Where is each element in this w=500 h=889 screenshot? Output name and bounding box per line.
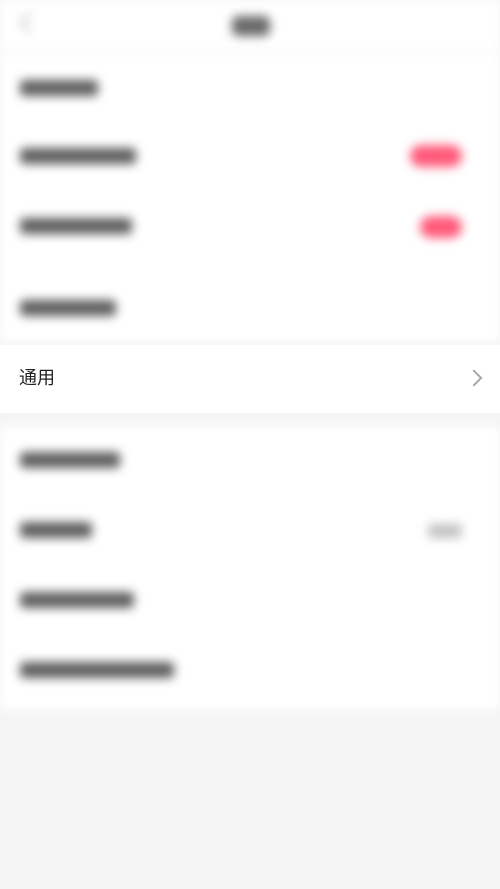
settings-row-general-label: 通用 [19, 368, 55, 389]
settings-screen: 通用 [0, 0, 500, 889]
settings-row-blurred[interactable] [20, 522, 92, 538]
settings-section-bottom-blurred [0, 426, 500, 710]
chevron-right-icon [465, 369, 483, 387]
settings-row-blurred[interactable] [20, 148, 136, 164]
header-bar [0, 0, 500, 52]
settings-row-blurred[interactable] [20, 300, 116, 316]
row-value-blurred [428, 524, 462, 538]
toggle-switch-blurred[interactable] [420, 216, 462, 238]
settings-row-blurred[interactable] [20, 218, 132, 234]
toggle-switch-blurred[interactable] [410, 145, 462, 167]
settings-section-top-blurred [0, 52, 500, 342]
settings-row-blurred[interactable] [20, 592, 134, 608]
settings-row-blurred[interactable] [20, 452, 120, 468]
page-title-blurred [232, 16, 270, 36]
settings-row-blurred[interactable] [20, 662, 174, 678]
back-icon[interactable] [18, 11, 41, 34]
settings-row-blurred[interactable] [20, 80, 98, 96]
settings-row-general[interactable]: 通用 [0, 345, 500, 413]
